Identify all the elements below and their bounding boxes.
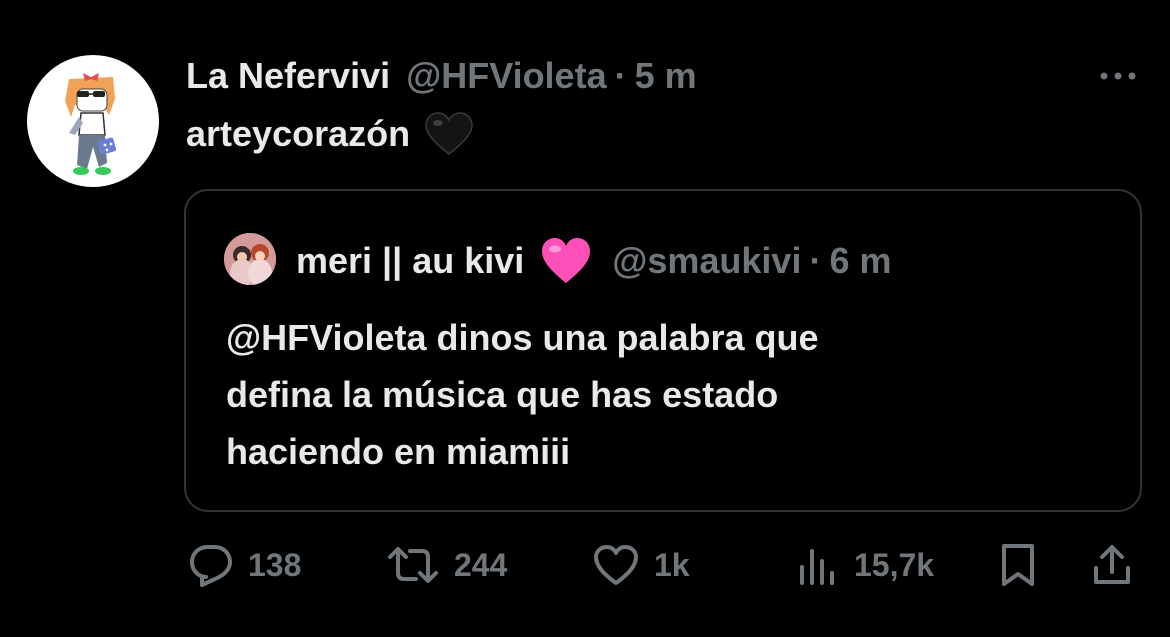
black-heart-emoji [424, 112, 474, 156]
repost-count: 244 [454, 546, 508, 583]
tweet-timestamp[interactable]: 5 m [635, 54, 697, 98]
quoted-timestamp[interactable]: 6 m [829, 239, 891, 283]
author-name[interactable]: La Nefervivi [186, 54, 390, 98]
bookmark-icon [998, 542, 1038, 588]
tweet-body: arteycorazón [186, 113, 411, 154]
author-handle[interactable]: @HFVioleta [406, 54, 606, 98]
views-icon [796, 543, 840, 587]
reply-button[interactable]: 138 [188, 540, 301, 590]
quoted-author-avatar[interactable] [224, 233, 276, 285]
pink-heart-emoji [540, 237, 592, 285]
author-avatar[interactable] [27, 55, 159, 187]
quoted-text: @HFVioleta dinos una palabra que defina … [226, 309, 1086, 480]
action-bar: 138 244 1k 15,7k [0, 540, 1170, 590]
repost-button[interactable]: 244 [386, 540, 507, 590]
share-button[interactable] [1090, 540, 1134, 590]
quoted-separator-dot: · [809, 240, 822, 281]
tweet-text: arteycorazón [186, 112, 474, 156]
more-dots-icon[interactable] [1096, 64, 1140, 88]
like-button[interactable]: 1k [592, 540, 690, 590]
quoted-text-line: haciendo en miamiii [226, 431, 571, 472]
like-count: 1k [654, 546, 690, 583]
quoted-author-name[interactable]: meri || au kivi [296, 239, 524, 283]
tweet-header: La Nefervivi @HFVioleta · 5 m [186, 54, 697, 98]
quoted-text-line: @HFVioleta dinos una palabra que [226, 317, 819, 358]
views-count: 15,7k [854, 546, 935, 583]
reply-count: 138 [248, 546, 302, 583]
quoted-header: meri || au kivi @smaukivi · 6 m [296, 237, 892, 285]
heart-icon [592, 543, 640, 587]
separator-dot: · [614, 55, 627, 96]
quoted-text-line: defina la música que has estado [226, 374, 779, 415]
reply-icon [188, 543, 234, 587]
bookmark-button[interactable] [998, 540, 1038, 590]
views-button[interactable]: 15,7k [796, 540, 934, 590]
repost-icon [386, 543, 440, 587]
quoted-author-handle[interactable]: @smaukivi [612, 239, 801, 283]
quoted-tweet[interactable]: meri || au kivi @smaukivi · 6 m @HFViole… [184, 189, 1142, 512]
share-icon [1090, 542, 1134, 588]
tweet: La Nefervivi @HFVioleta · 5 m arteycoraz… [0, 0, 1170, 637]
